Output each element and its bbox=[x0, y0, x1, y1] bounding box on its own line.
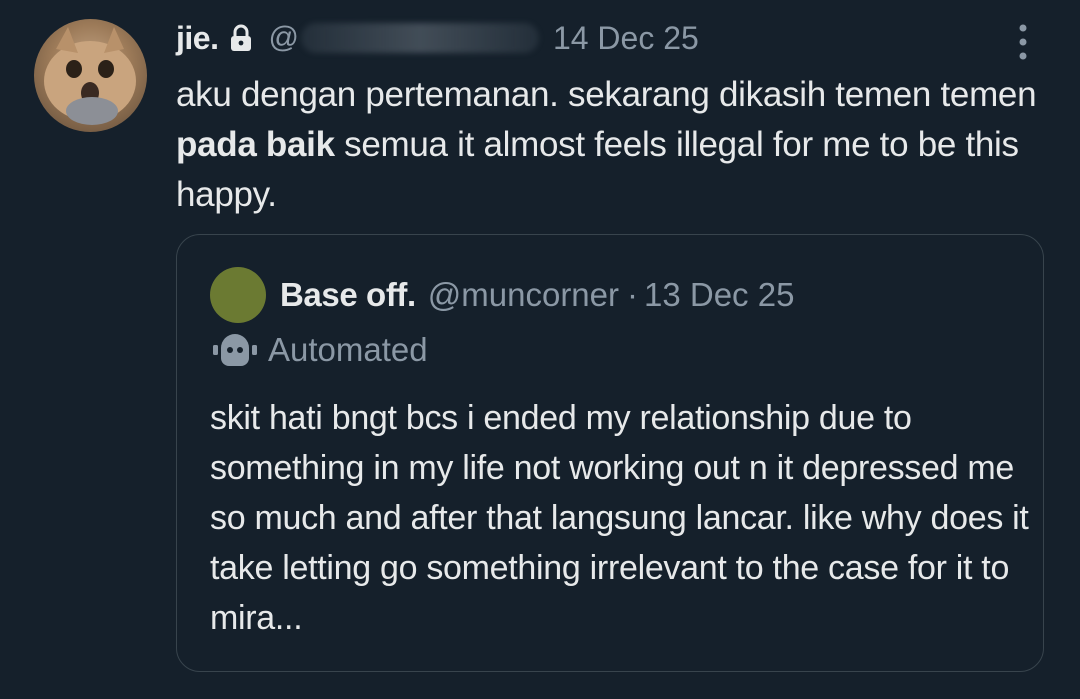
redacted-handle bbox=[300, 23, 539, 53]
quote-body: skit hati bngt bcs i ended my relationsh… bbox=[210, 399, 1029, 637]
quote-author-name: Base off. bbox=[280, 276, 416, 313]
quote-separator: · bbox=[627, 276, 638, 313]
tweet-body: aku dengan pertemanan. sekarang dikasih … bbox=[176, 70, 1046, 220]
tweet-date[interactable]: 14 Dec 25 bbox=[553, 20, 699, 57]
quote-header: Base off. @muncorner · 13 Dec 25 bbox=[210, 267, 794, 323]
tweet-text-bold: pada baik bbox=[176, 125, 335, 164]
tweet-screen: { "tweet": { "author_name": "jie.", "han… bbox=[0, 0, 1080, 699]
author-handle[interactable]: @ bbox=[268, 21, 298, 55]
automated-label: Automated bbox=[268, 331, 428, 368]
robot-icon bbox=[210, 330, 260, 370]
quoted-tweet-card[interactable]: Base off. @muncorner · 13 Dec 25 Automat… bbox=[176, 234, 1044, 672]
lock-icon bbox=[228, 24, 254, 52]
quote-avatar[interactable] bbox=[210, 267, 266, 323]
more-vertical-icon[interactable] bbox=[1012, 20, 1034, 64]
tweet-header: jie. @ 14 Dec 25 bbox=[176, 16, 699, 60]
tweet-text-part: aku dengan pertemanan. sekarang dikasih … bbox=[176, 75, 1037, 114]
author-avatar[interactable] bbox=[34, 19, 147, 132]
automated-badge: Automated bbox=[210, 327, 428, 373]
quote-date: 13 Dec 25 bbox=[644, 276, 795, 313]
author-name[interactable]: jie. bbox=[176, 20, 219, 57]
quote-author-handle: @muncorner bbox=[427, 276, 619, 313]
